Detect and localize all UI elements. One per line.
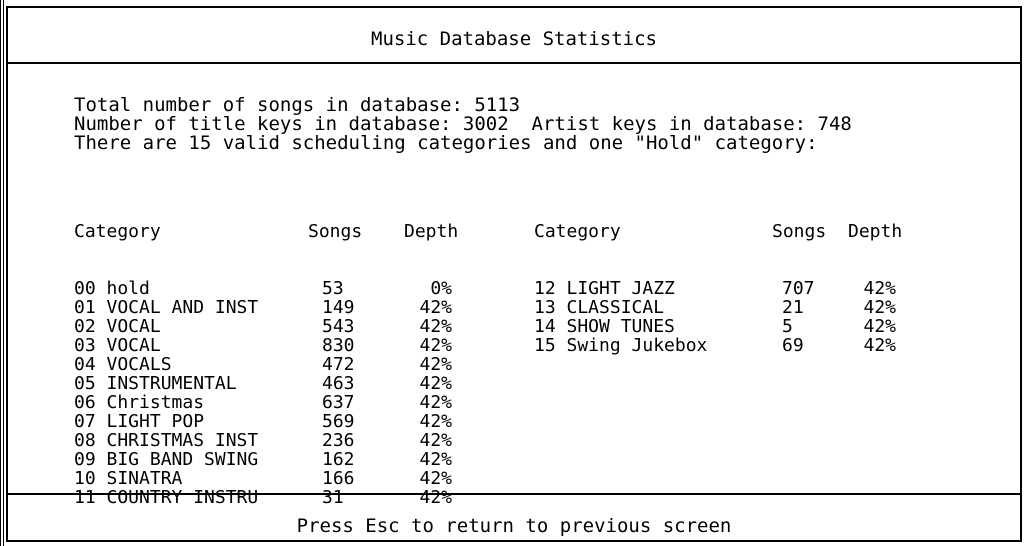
table-cell-songs: 149 [322,297,355,318]
table-cell-depth: 42% [419,316,452,337]
table-cell-depth: 42% [419,392,452,413]
table-cell-category: 05 INSTRUMENTAL [74,373,237,394]
category-header: Category [74,221,161,242]
table-cell-category: 07 LIGHT POP [74,411,205,432]
table-cell-depth: 42% [419,297,452,318]
table-cell-category: 11 COUNTRY INSTRU [74,487,259,508]
table-cell-category: 06 Christmas [74,392,205,413]
table-cell-depth: 42% [419,373,452,394]
table-cell-songs: 31 [322,487,344,508]
stats-window: Music Database Statistics Total number o… [6,6,1022,542]
left-depth-column: Depth 0% 42% 42% 42% 42% 42% 42% 42% 42% 42% 42% 42… [404,184,458,545]
table-cell-depth: 42% [419,487,452,508]
table-cell-songs: 569 [322,411,355,432]
table-cell-category: 09 BIG BAND SWING [74,449,259,470]
table-cell-category: 08 CHRISTMAS INST [74,430,259,451]
table-cell-depth: 42% [419,449,452,470]
table-cell-songs: 463 [322,373,355,394]
footer-divider [8,493,1020,495]
categories-text: There are 15 valid scheduling categories… [74,132,818,154]
table-cell-depth: 42% [863,316,896,337]
depth-header: Depth [848,221,903,242]
right-songs-column: Songs 707 21 5 69 [772,184,826,393]
table-cell-songs: 707 [782,278,815,299]
table-cell-songs: 69 [782,335,804,356]
left-border-line [0,0,1,546]
category-header: Category [534,221,621,242]
title-divider [8,62,1020,64]
table-cell-songs: 472 [322,354,355,375]
right-category-column: Category 12 LIGHT JAZZ 13 CLASSICAL 14 SHO… [534,184,707,393]
table-cell-category: 10 SINATRA [74,468,183,489]
table-cell-category: 12 LIGHT JAZZ [534,278,675,299]
table-cell-depth: 42% [419,411,452,432]
table-cell-category: 14 SHOW TUNES [534,316,675,337]
table-cell-category: 13 CLASSICAL [534,297,665,318]
table-cell-category: 02 VOCAL [74,316,161,337]
table-cell-songs: 236 [322,430,355,451]
table-cell-songs: 21 [782,297,804,318]
table-cell-depth: 42% [419,430,452,451]
table-cell-category: 01 VOCAL AND INST [74,297,259,318]
table-cell-songs: 53 [322,278,344,299]
table-cell-category: 15 Swing Jukebox [534,335,708,356]
table-cell-depth: 42% [419,468,452,489]
table-cell-depth: 42% [419,335,452,356]
table-cell-depth: 0% [430,278,452,299]
table-cell-depth: 42% [863,335,896,356]
left-songs-column: Songs 53 149 543 830 472 463 637 569 236 162 166 31 [308,184,362,545]
songs-header: Songs [308,221,363,242]
table-cell-depth: 42% [863,278,896,299]
depth-header: Depth [404,221,459,242]
table-cell-category: 00 hold [74,278,150,299]
table-cell-songs: 5 [782,316,793,337]
table-cell-depth: 42% [863,297,896,318]
table-cell-songs: 637 [322,392,355,413]
table-cell-depth: 42% [419,354,452,375]
table-cell-songs: 166 [322,468,355,489]
footer-hint: Press Esc to return to previous screen [296,515,732,537]
table-cell-category: 04 VOCALS [74,354,172,375]
table-cell-category: 03 VOCAL [74,335,161,356]
table-cell-songs: 543 [322,316,355,337]
left-border-line-inner [3,0,4,546]
left-category-column: Category 00 hold 01 VOCAL AND INST 02 VOCA… [74,184,258,545]
table-cell-songs: 162 [322,449,355,470]
window-title: Music Database Statistics [371,28,657,50]
songs-header: Songs [772,221,827,242]
right-depth-column: Depth 42% 42% 42% 42% [848,184,902,393]
table-cell-songs: 830 [322,335,355,356]
